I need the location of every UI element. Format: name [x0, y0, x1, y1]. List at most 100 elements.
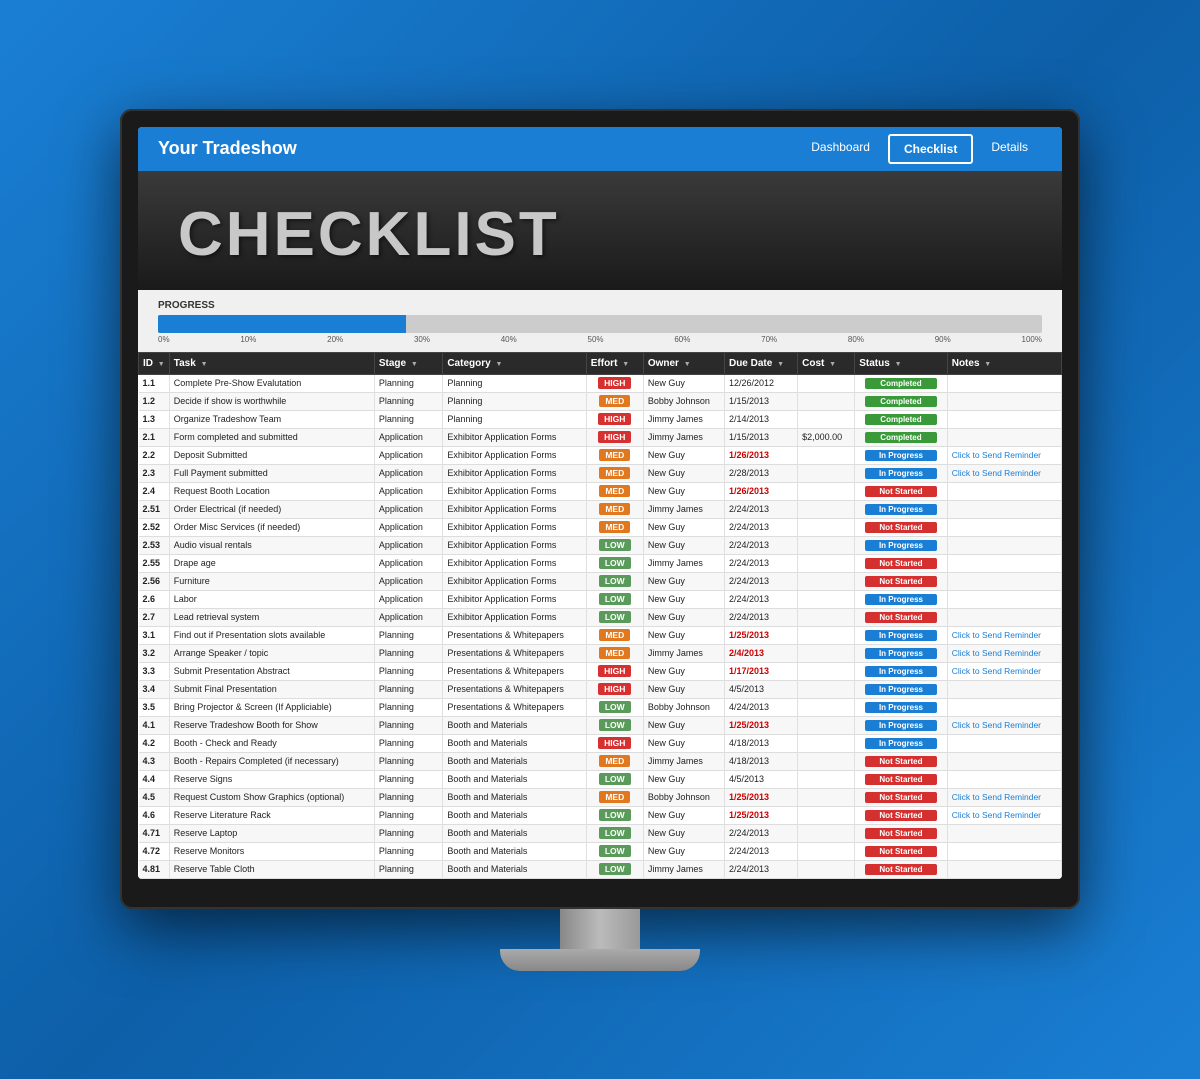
cell-effort: LOW	[586, 554, 643, 572]
cell-id: 3.1	[139, 626, 170, 644]
cell-category: Exhibitor Application Forms	[443, 572, 586, 590]
cell-status: Completed	[855, 374, 948, 392]
cell-category: Exhibitor Application Forms	[443, 608, 586, 626]
effort-badge: HIGH	[598, 737, 631, 749]
cell-task: Reserve Laptop	[169, 824, 374, 842]
cell-notes[interactable]: Click to Send Reminder	[947, 644, 1061, 662]
cell-stage: Planning	[374, 824, 443, 842]
cell-stage: Application	[374, 536, 443, 554]
cell-notes	[947, 590, 1061, 608]
send-reminder-link[interactable]: Click to Send Reminder	[952, 720, 1041, 730]
date-value: 2/24/2013	[729, 594, 769, 604]
cell-task: Audio visual rentals	[169, 536, 374, 554]
send-reminder-link[interactable]: Click to Send Reminder	[952, 666, 1041, 676]
send-reminder-link[interactable]: Click to Send Reminder	[952, 810, 1041, 820]
date-filter-arrow[interactable]: ▼	[777, 361, 784, 368]
send-reminder-link[interactable]: Click to Send Reminder	[952, 450, 1041, 460]
cell-date: 1/25/2013	[724, 716, 797, 734]
id-filter-arrow[interactable]: ▼	[158, 361, 165, 368]
nav-dashboard[interactable]: Dashboard	[797, 134, 884, 164]
cell-notes	[947, 482, 1061, 500]
cell-notes[interactable]: Click to Send Reminder	[947, 806, 1061, 824]
cell-task: Order Misc Services (if needed)	[169, 518, 374, 536]
cell-stage: Planning	[374, 662, 443, 680]
cell-notes	[947, 392, 1061, 410]
cell-cost: $2,000.00	[798, 428, 855, 446]
cell-task: Submit Final Presentation	[169, 680, 374, 698]
send-reminder-link[interactable]: Click to Send Reminder	[952, 792, 1041, 802]
status-badge: Completed	[865, 396, 937, 407]
cell-category: Booth and Materials	[443, 860, 586, 878]
cell-owner: New Guy	[643, 806, 724, 824]
cell-notes[interactable]: Click to Send Reminder	[947, 788, 1061, 806]
status-filter-arrow[interactable]: ▼	[895, 361, 902, 368]
cell-date: 4/18/2013	[724, 734, 797, 752]
cell-category: Booth and Materials	[443, 734, 586, 752]
col-cost: Cost ▼	[798, 352, 855, 374]
cell-status: In Progress	[855, 716, 948, 734]
status-badge: Not Started	[865, 846, 937, 857]
cell-notes	[947, 608, 1061, 626]
send-reminder-link[interactable]: Click to Send Reminder	[952, 648, 1041, 658]
cell-id: 4.5	[139, 788, 170, 806]
cell-stage: Application	[374, 482, 443, 500]
progress-ticks: 0% 10% 20% 30% 40% 50% 60% 70% 80% 90% 1…	[158, 333, 1042, 344]
cell-category: Booth and Materials	[443, 806, 586, 824]
effort-badge: LOW	[599, 539, 631, 551]
cell-id: 1.3	[139, 410, 170, 428]
send-reminder-link[interactable]: Click to Send Reminder	[952, 468, 1041, 478]
nav-links: Dashboard Checklist Details	[797, 134, 1042, 164]
send-reminder-link[interactable]: Click to Send Reminder	[952, 630, 1041, 640]
stage-filter-arrow[interactable]: ▼	[411, 361, 418, 368]
owner-filter-arrow[interactable]: ▼	[684, 361, 691, 368]
cell-notes	[947, 752, 1061, 770]
cell-id: 3.2	[139, 644, 170, 662]
date-value: 4/5/2013	[729, 774, 764, 784]
cell-owner: New Guy	[643, 374, 724, 392]
cell-stage: Planning	[374, 716, 443, 734]
table-row: 4.5 Request Custom Show Graphics (option…	[139, 788, 1062, 806]
nav-details[interactable]: Details	[977, 134, 1042, 164]
cell-notes[interactable]: Click to Send Reminder	[947, 626, 1061, 644]
cell-stage: Application	[374, 572, 443, 590]
progress-bar-fill	[158, 315, 406, 333]
cell-stage: Application	[374, 446, 443, 464]
cell-category: Exhibitor Application Forms	[443, 536, 586, 554]
cell-notes[interactable]: Click to Send Reminder	[947, 716, 1061, 734]
status-badge: In Progress	[865, 648, 937, 659]
cell-id: 1.2	[139, 392, 170, 410]
cell-stage: Planning	[374, 770, 443, 788]
effort-filter-arrow[interactable]: ▼	[622, 361, 629, 368]
cost-filter-arrow[interactable]: ▼	[829, 361, 836, 368]
cell-date: 4/24/2013	[724, 698, 797, 716]
status-badge: Not Started	[865, 864, 937, 875]
cell-effort: MED	[586, 446, 643, 464]
cell-category: Presentations & Whitepapers	[443, 698, 586, 716]
cell-cost	[798, 572, 855, 590]
cell-task: Drape age	[169, 554, 374, 572]
cell-notes[interactable]: Click to Send Reminder	[947, 446, 1061, 464]
cell-id: 3.5	[139, 698, 170, 716]
task-filter-arrow[interactable]: ▼	[201, 361, 208, 368]
cell-stage: Application	[374, 464, 443, 482]
cell-stage: Planning	[374, 680, 443, 698]
cell-notes[interactable]: Click to Send Reminder	[947, 662, 1061, 680]
table-row: 2.7 Lead retrieval system Application Ex…	[139, 608, 1062, 626]
notes-filter-arrow[interactable]: ▼	[984, 361, 991, 368]
cell-id: 2.4	[139, 482, 170, 500]
cell-category: Presentations & Whitepapers	[443, 680, 586, 698]
nav-bar: Your Tradeshow Dashboard Checklist Detai…	[138, 127, 1062, 171]
cell-task: Organize Tradeshow Team	[169, 410, 374, 428]
cell-notes	[947, 824, 1061, 842]
cell-date: 2/24/2013	[724, 590, 797, 608]
cell-notes[interactable]: Click to Send Reminder	[947, 464, 1061, 482]
cell-cost	[798, 608, 855, 626]
cell-stage: Planning	[374, 392, 443, 410]
cat-filter-arrow[interactable]: ▼	[495, 361, 502, 368]
cell-status: Not Started	[855, 806, 948, 824]
cell-date: 1/25/2013	[724, 626, 797, 644]
nav-checklist[interactable]: Checklist	[888, 134, 973, 164]
tick-0: 0%	[158, 335, 170, 344]
cell-task: Arrange Speaker / topic	[169, 644, 374, 662]
tick-30: 30%	[414, 335, 430, 344]
